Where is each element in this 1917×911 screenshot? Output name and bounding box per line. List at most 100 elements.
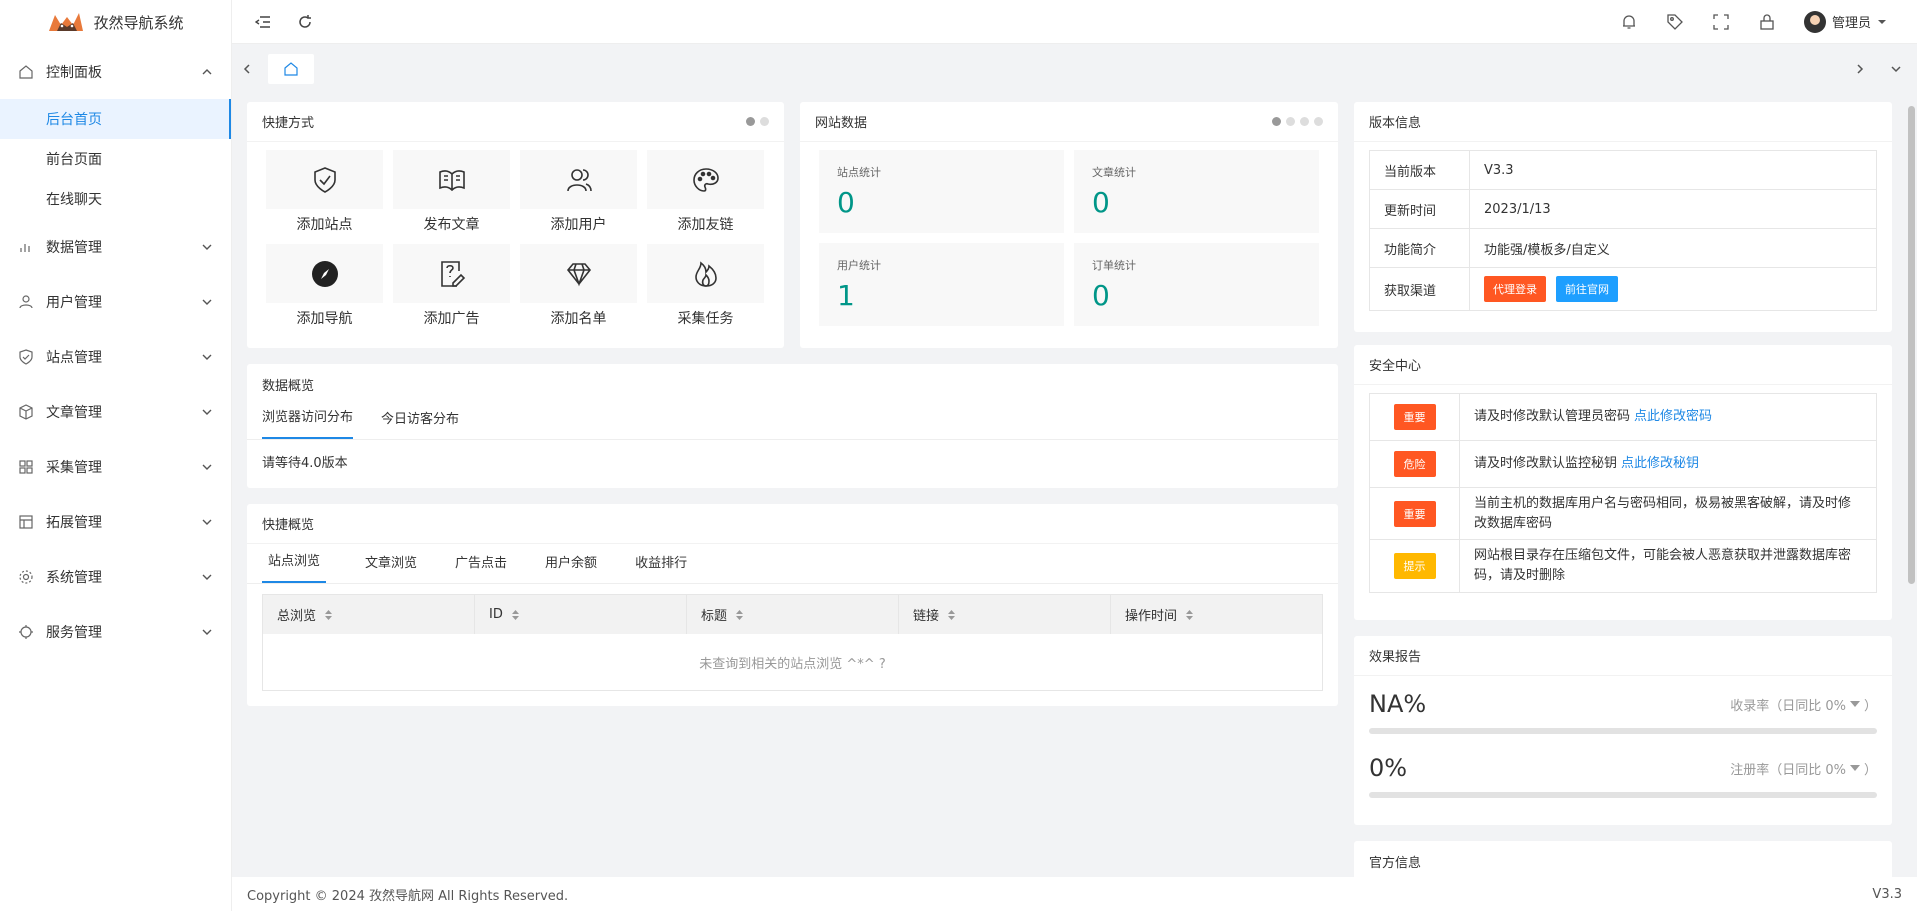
tab-browser-distribution[interactable]: 浏览器访问分布 xyxy=(262,406,354,439)
report-caption: 注册率（日同比 0%） xyxy=(1730,762,1877,778)
column-link[interactable]: 链接 xyxy=(899,595,1111,634)
stat-articles[interactable]: 文章统计 0 xyxy=(1074,150,1319,233)
tab-home[interactable] xyxy=(268,54,314,84)
column-id[interactable]: ID xyxy=(475,595,687,634)
diamond-icon xyxy=(566,262,591,286)
report-card: 效果报告 NA% 收录率（日同比 0%） 0% 注册率（日同比 0%） xyxy=(1354,636,1892,825)
shortcut-add-nav[interactable]: 添加导航 xyxy=(266,244,383,328)
stat-users[interactable]: 用户统计 1 xyxy=(819,243,1064,326)
row-key: 获取渠道 xyxy=(1370,268,1470,310)
tabs-menu-button[interactable] xyxy=(1881,54,1911,84)
sidebar-group-collect[interactable]: 采集管理 xyxy=(0,439,231,494)
user-menu[interactable]: 管理员 xyxy=(1803,10,1887,33)
shortcut-add-list[interactable]: 添加名单 xyxy=(520,244,637,328)
footer: Copyright © 2024 孜然导航网 All Rights Reserv… xyxy=(232,877,1917,911)
stat-value: 0 xyxy=(837,186,855,219)
home-icon xyxy=(284,62,298,76)
shortcut-publish-article[interactable]: 发布文章 xyxy=(393,150,510,234)
security-row: 提示 网站根目录存在压缩包文件，可能会被人恶意获取并泄露数据库密码，请及时删除 xyxy=(1370,540,1876,592)
chevron-down-icon xyxy=(202,409,212,415)
version-info-card: 版本信息 当前版本 V3.3 更新时间 2023/1/13 功能简介 功能强/模… xyxy=(1354,102,1892,332)
table-row: 获取渠道 代理登录 前往官网 xyxy=(1370,268,1876,310)
security-table: 重要 请及时修改默认管理员密码 点此修改密码 危险 请及时修改默认监控秘钥 点此修改… xyxy=(1369,393,1877,593)
card-title: 安全中心 xyxy=(1369,359,1422,374)
shortcut-add-ad[interactable]: 添加广告 xyxy=(393,244,510,328)
shortcut-collect-task[interactable]: 采集任务 xyxy=(647,244,764,328)
shortcut-label: 添加导航 xyxy=(296,311,353,327)
card-title: 版本信息 xyxy=(1369,116,1422,131)
sort-icon xyxy=(736,609,744,620)
stat-sites[interactable]: 站点统计 0 xyxy=(819,150,1064,233)
quick-overview-card: 快捷概览 站点浏览 文章浏览 广告点击 用户余额 收益排行 总浏览 ID 标题 … xyxy=(247,504,1338,706)
shortcuts-card: 快捷方式 添加站点 发布文章 添加用户 添加友链 添加导航 添加广告 添加名单 … xyxy=(247,102,784,348)
tab-site-views[interactable]: 站点浏览 xyxy=(262,550,327,583)
gear-icon xyxy=(19,569,33,584)
tab-visitor-distribution[interactable]: 今日访客分布 xyxy=(381,408,459,439)
sidebar-group-label: 系统管理 xyxy=(46,569,102,586)
tabs-prev-button[interactable] xyxy=(232,54,262,84)
change-key-link[interactable]: 点此修改秘钥 xyxy=(1621,454,1699,474)
agent-login-button[interactable]: 代理登录 xyxy=(1484,276,1546,302)
chevron-down-icon xyxy=(202,519,212,525)
data-icon xyxy=(20,243,30,252)
footer-version: V3.3 xyxy=(1872,886,1902,902)
column-total-views[interactable]: 总浏览 xyxy=(263,595,475,634)
sidebar-item-chat[interactable]: 在线聊天 xyxy=(0,179,231,219)
version-table: 当前版本 V3.3 更新时间 2023/1/13 功能简介 功能强/模板多/自定… xyxy=(1369,150,1877,311)
tab-revenue-rank[interactable]: 收益排行 xyxy=(616,552,706,583)
stat-value: 1 xyxy=(837,279,855,312)
column-operation-time[interactable]: 操作时间 xyxy=(1111,595,1322,634)
menu-toggle-button[interactable] xyxy=(252,11,274,33)
fox-logo-icon xyxy=(49,13,84,31)
tab-ad-clicks[interactable]: 广告点击 xyxy=(436,552,526,583)
tabs-next-button[interactable] xyxy=(1845,54,1875,84)
security-text: 请及时修改默认管理员密码 xyxy=(1474,409,1631,424)
sidebar-group-extend[interactable]: 拓展管理 xyxy=(0,494,231,549)
shortcut-add-link[interactable]: 添加友链 xyxy=(647,150,764,234)
sidebar-item-frontend[interactable]: 前台页面 xyxy=(0,139,231,179)
official-site-button[interactable]: 前往官网 xyxy=(1556,276,1618,302)
card-title: 网站数据 xyxy=(815,116,868,131)
table-header: 总浏览 ID 标题 链接 操作时间 xyxy=(263,595,1322,634)
tab-user-balance[interactable]: 用户余额 xyxy=(526,552,616,583)
status-badge: 提示 xyxy=(1393,553,1436,579)
shortcut-add-site[interactable]: 添加站点 xyxy=(266,150,383,234)
overview-tabs: 浏览器访问分布 今日访客分布 xyxy=(247,404,1338,440)
status-badge: 重要 xyxy=(1393,500,1436,527)
security-text: 请及时修改默认监控秘钥 xyxy=(1474,456,1618,471)
stat-grid: 站点统计 0 文章统计 0 用户统计 1 订单统计 0 xyxy=(800,142,1338,334)
sidebar-group-data[interactable]: 数据管理 xyxy=(0,219,231,274)
sidebar-group-service[interactable]: 服务管理 xyxy=(0,604,231,659)
lock-icon[interactable] xyxy=(1758,13,1776,31)
sidebar-group-users[interactable]: 用户管理 xyxy=(0,274,231,329)
card-header: 网站数据 xyxy=(800,102,1338,142)
shortcut-add-user[interactable]: 添加用户 xyxy=(520,150,637,234)
compass-icon xyxy=(311,260,338,287)
fullscreen-icon[interactable] xyxy=(1712,13,1730,31)
scrollbar[interactable] xyxy=(1908,106,1915,584)
column-title[interactable]: 标题 xyxy=(687,595,899,634)
sidebar-group-articles[interactable]: 文章管理 xyxy=(0,384,231,439)
carousel-dots[interactable] xyxy=(746,117,769,126)
sidebar-group-label: 站点管理 xyxy=(46,349,102,366)
refresh-button[interactable] xyxy=(294,11,316,33)
table-empty-message: 未查询到相关的站点浏览 ^*^ ? xyxy=(699,656,886,672)
security-row: 重要 请及时修改默认管理员密码 点此修改密码 xyxy=(1370,394,1876,441)
shortcut-label: 发布文章 xyxy=(423,217,480,233)
card-header: 官方信息 xyxy=(1354,841,1892,881)
sidebar-group-system[interactable]: 系统管理 xyxy=(0,549,231,604)
sidebar-group-dashboard[interactable]: 控制面板 xyxy=(0,44,231,99)
tab-article-views[interactable]: 文章浏览 xyxy=(346,552,436,583)
status-badge: 危险 xyxy=(1393,451,1436,477)
brand[interactable]: 孜然导航系统 xyxy=(0,0,231,44)
tag-icon[interactable] xyxy=(1666,13,1684,31)
sidebar-item-admin-home[interactable]: 后台首页 xyxy=(0,99,231,139)
chevron-down-icon xyxy=(202,574,212,580)
shortcut-label: 添加友链 xyxy=(677,217,734,233)
carousel-dots[interactable] xyxy=(1272,117,1323,126)
bell-icon[interactable] xyxy=(1620,13,1638,31)
chevron-up-icon xyxy=(202,68,212,74)
sidebar-group-sites[interactable]: 站点管理 xyxy=(0,329,231,384)
stat-orders[interactable]: 订单统计 0 xyxy=(1074,243,1319,326)
change-password-link[interactable]: 点此修改密码 xyxy=(1634,407,1712,427)
